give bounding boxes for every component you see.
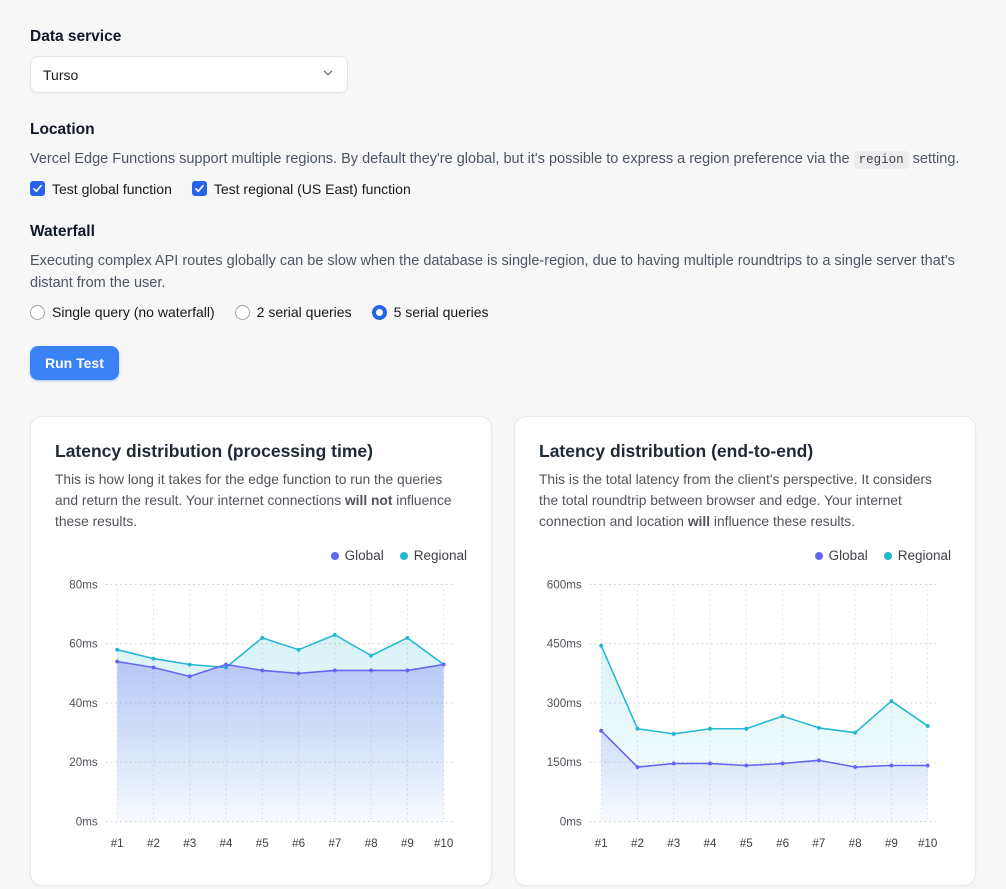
data-service-heading: Data service — [30, 28, 976, 46]
svg-text:#5: #5 — [740, 837, 753, 850]
radio-label: 5 serial queries — [394, 304, 489, 320]
chart-card-processing-time: Latency distribution (processing time) T… — [30, 416, 492, 886]
svg-text:#9: #9 — [885, 837, 898, 850]
svg-text:#2: #2 — [147, 837, 160, 850]
run-test-button[interactable]: Run Test — [30, 346, 119, 380]
svg-text:#9: #9 — [401, 837, 414, 850]
svg-text:300ms: 300ms — [547, 697, 582, 710]
svg-text:#1: #1 — [595, 837, 608, 850]
svg-text:0ms: 0ms — [76, 816, 98, 829]
radio-icon — [235, 305, 250, 320]
chart-card-end-to-end: Latency distribution (end-to-end) This i… — [514, 416, 976, 886]
svg-text:#10: #10 — [918, 837, 938, 850]
location-description: Vercel Edge Functions support multiple r… — [30, 149, 976, 171]
svg-text:80ms: 80ms — [69, 579, 98, 592]
svg-text:#6: #6 — [776, 837, 789, 850]
legend-dot-global — [815, 552, 823, 560]
svg-text:60ms: 60ms — [69, 638, 98, 651]
charts-row: Latency distribution (processing time) T… — [30, 416, 976, 886]
data-service-selected-value: Turso — [43, 67, 78, 83]
svg-text:600ms: 600ms — [547, 579, 582, 592]
legend-dot-regional — [400, 552, 408, 560]
radio-label: 2 serial queries — [257, 304, 352, 320]
chart-description: This is the total latency from the clien… — [539, 470, 951, 532]
svg-text:450ms: 450ms — [547, 638, 582, 651]
svg-text:#8: #8 — [365, 837, 378, 850]
svg-text:#4: #4 — [220, 837, 233, 850]
chart-legend: Global Regional — [55, 548, 467, 563]
location-heading: Location — [30, 121, 976, 139]
svg-text:#7: #7 — [812, 837, 825, 850]
waterfall-heading: Waterfall — [30, 223, 976, 241]
waterfall-radio-group: Single query (no waterfall) 2 serial que… — [30, 304, 976, 320]
svg-text:#10: #10 — [434, 837, 454, 850]
chart-description: This is how long it takes for the edge f… — [55, 470, 467, 532]
legend-dot-regional — [884, 552, 892, 560]
radio-label: Single query (no waterfall) — [52, 304, 215, 320]
svg-text:#3: #3 — [667, 837, 680, 850]
chevron-down-icon — [321, 66, 335, 83]
radio-single-query[interactable]: Single query (no waterfall) — [30, 304, 215, 320]
legend-item-global: Global — [815, 548, 868, 563]
waterfall-description: Executing complex API routes globally ca… — [30, 251, 976, 295]
checkbox-label: Test global function — [52, 181, 172, 197]
region-code-chip: region — [854, 151, 909, 169]
radio-5-serial-queries[interactable]: 5 serial queries — [372, 304, 489, 320]
svg-text:#2: #2 — [631, 837, 644, 850]
svg-text:#5: #5 — [256, 837, 269, 850]
data-service-select[interactable]: Turso — [30, 56, 348, 93]
chart-legend: Global Regional — [539, 548, 951, 563]
checkbox-icon — [192, 181, 207, 196]
chart-title: Latency distribution (processing time) — [55, 441, 467, 462]
svg-text:#3: #3 — [183, 837, 196, 850]
latency-chart-end-to-end: 0ms 150ms 300ms 450ms 600ms #1 #2 #3 #4 #5 #6 #7 #8 #… — [539, 567, 951, 859]
svg-text:0ms: 0ms — [560, 816, 582, 829]
legend-item-regional: Regional — [400, 548, 467, 563]
checkbox-label: Test regional (US East) function — [214, 181, 411, 197]
svg-text:40ms: 40ms — [69, 697, 98, 710]
chart-title: Latency distribution (end-to-end) — [539, 441, 951, 462]
legend-dot-global — [331, 552, 339, 560]
svg-text:#8: #8 — [849, 837, 862, 850]
svg-text:#6: #6 — [292, 837, 305, 850]
svg-text:20ms: 20ms — [69, 757, 98, 770]
svg-text:#7: #7 — [328, 837, 341, 850]
latency-test-page: Data service Turso Location Vercel Edge … — [0, 0, 1006, 889]
checkbox-icon — [30, 181, 45, 196]
checkbox-test-regional-function[interactable]: Test regional (US East) function — [192, 181, 411, 197]
svg-text:150ms: 150ms — [547, 757, 582, 770]
legend-item-regional: Regional — [884, 548, 951, 563]
latency-chart-processing-time: 0ms 20ms 40ms 60ms 80ms #1 #2 #3 #4 #5 #6 #7 #8 #9 #10 — [55, 567, 467, 859]
checkbox-test-global-function[interactable]: Test global function — [30, 181, 172, 197]
legend-item-global: Global — [331, 548, 384, 563]
radio-icon — [372, 305, 387, 320]
radio-2-serial-queries[interactable]: 2 serial queries — [235, 304, 352, 320]
radio-icon — [30, 305, 45, 320]
location-checkbox-group: Test global function Test regional (US E… — [30, 181, 976, 197]
svg-text:#4: #4 — [704, 837, 717, 850]
svg-text:#1: #1 — [111, 837, 124, 850]
